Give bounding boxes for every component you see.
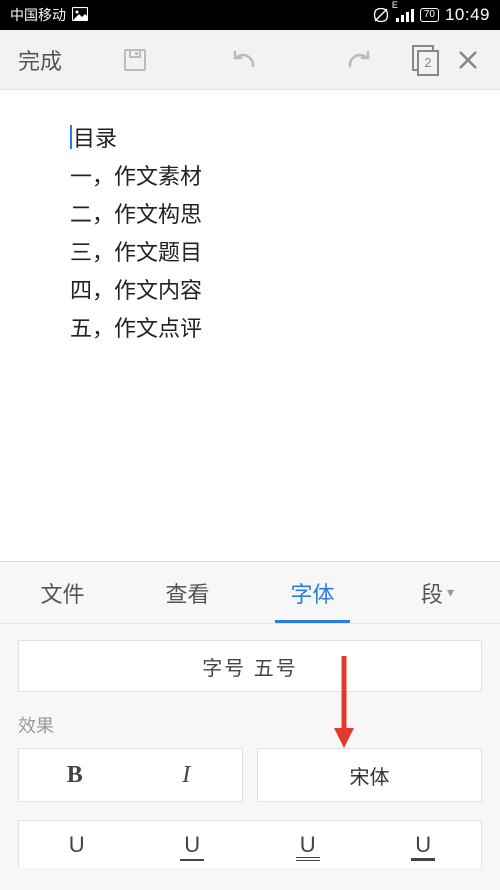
done-button[interactable]: 完成 (0, 44, 80, 76)
italic-button[interactable]: I (131, 749, 243, 801)
carrier-label: 中国移动 (10, 5, 66, 25)
save-icon[interactable] (115, 40, 155, 80)
format-panel: 文件 查看 字体 段 ▾ 字号 五号 效果 B I 宋体 U U U U (0, 561, 500, 890)
page-count-label: 2 (417, 50, 439, 76)
close-icon[interactable] (448, 40, 488, 80)
tab-file[interactable]: 文件 (0, 562, 125, 623)
doc-line: 目录 (70, 120, 470, 158)
network-type-label: E (392, 0, 398, 10)
clock-label: 10:49 (445, 5, 490, 25)
font-size-button[interactable]: 字号 五号 (18, 640, 482, 692)
status-bar: 中国移动 E 70 10:49 (0, 0, 500, 30)
doc-line: 一，作文素材 (70, 158, 470, 196)
signal-icon: E (396, 8, 414, 22)
underline-button-group: U U U U (18, 820, 482, 868)
doc-line: 五，作文点评 (70, 310, 470, 348)
tab-paragraph-label: 段 (421, 577, 443, 609)
mute-icon (372, 6, 390, 24)
underline-none-button[interactable]: U (19, 821, 135, 868)
undo-icon[interactable] (226, 40, 266, 80)
tab-view[interactable]: 查看 (125, 562, 250, 623)
battery-indicator: 70 (420, 8, 439, 22)
chevron-down-icon: ▾ (447, 584, 454, 601)
document-canvas[interactable]: 目录 一，作文素材 二，作文构思 三，作文题目 四，作文内容 五，作文点评 (0, 90, 500, 550)
bold-button[interactable]: B (19, 749, 131, 801)
style-button-group: B I (18, 748, 243, 802)
text-cursor (70, 125, 72, 149)
app-toolbar: 完成 2 (0, 30, 500, 90)
pages-icon[interactable]: 2 (412, 45, 438, 75)
font-family-button[interactable]: 宋体 (257, 748, 482, 802)
doc-line: 三，作文题目 (70, 234, 470, 272)
underline-single-button[interactable]: U (135, 821, 251, 868)
panel-tabs: 文件 查看 字体 段 ▾ (0, 562, 500, 624)
tab-paragraph[interactable]: 段 ▾ (375, 562, 500, 623)
doc-line: 二，作文构思 (70, 196, 470, 234)
picture-icon (72, 7, 88, 24)
tab-font[interactable]: 字体 (250, 562, 375, 623)
underline-thick-button[interactable]: U (366, 821, 482, 868)
effects-section-label: 效果 (18, 712, 482, 738)
redo-icon[interactable] (337, 40, 377, 80)
underline-double-button[interactable]: U (250, 821, 366, 868)
doc-line: 四，作文内容 (70, 272, 470, 310)
